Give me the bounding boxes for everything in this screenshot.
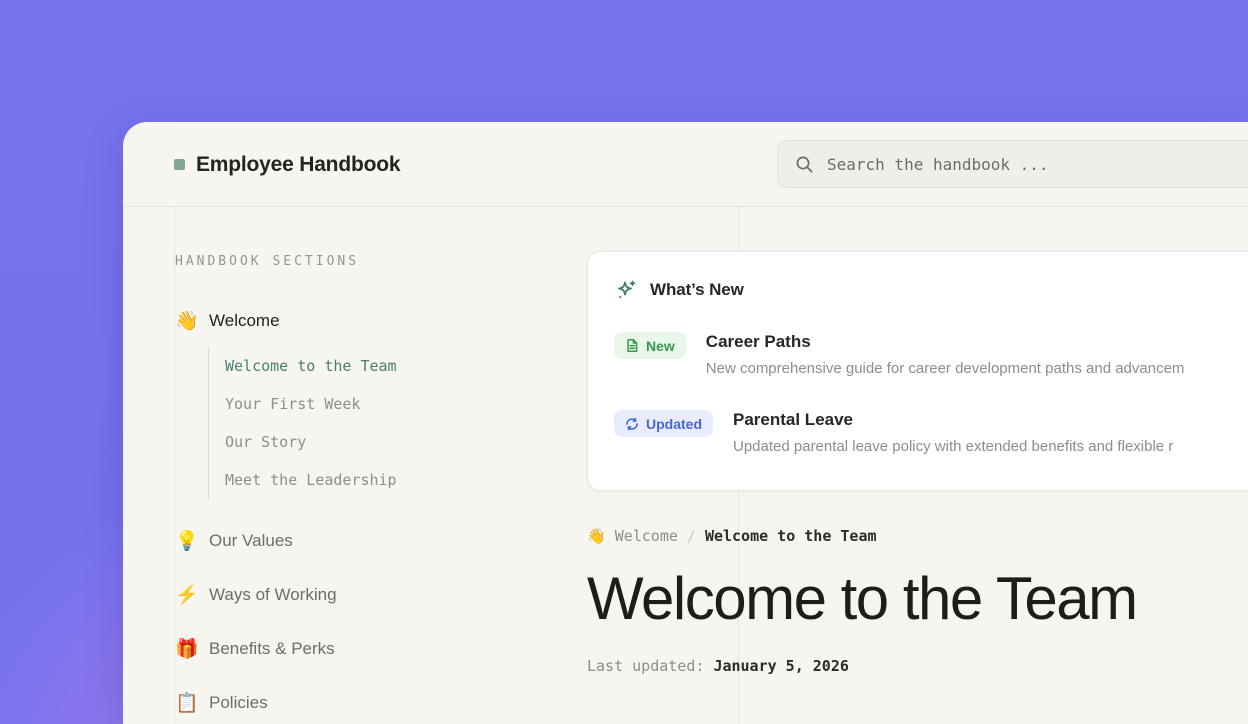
news-item-body: Parental Leave Updated parental leave po… [733, 408, 1173, 458]
sidebar-item-label: Ways of Working [209, 585, 337, 605]
sidebar-item-policies[interactable]: 📋 Policies [175, 691, 574, 715]
clipboard-icon: 📋 [175, 694, 199, 713]
breadcrumb-page: Welcome to the Team [705, 527, 877, 545]
gift-icon: 🎁 [175, 640, 199, 659]
last-updated-label: Last updated: [587, 657, 704, 675]
document-icon [625, 338, 639, 353]
badge-label: Updated [646, 416, 702, 432]
sidebar-sublist-welcome: Welcome to the Team Your First Week Our … [208, 347, 574, 499]
lightbulb-icon: 💡 [175, 532, 199, 551]
badge-label: New [646, 338, 675, 354]
wave-icon: 👋 [175, 312, 199, 331]
news-item-description: Updated parental leave policy with exten… [733, 436, 1173, 458]
sidebar-subitem-your-first-week[interactable]: Your First Week [225, 385, 574, 423]
sync-icon [625, 417, 639, 431]
main-content: What’s New New Career Paths [587, 207, 1248, 675]
search-icon [795, 155, 814, 174]
sidebar-item-benefits-perks[interactable]: 🎁 Benefits & Perks [175, 637, 574, 661]
sidebar-item-label: Benefits & Perks [209, 639, 335, 659]
new-badge: New [614, 332, 686, 359]
app-logo-icon [174, 159, 185, 170]
breadcrumb-separator: / [687, 527, 696, 545]
sidebar-subitem-our-story[interactable]: Our Story [225, 423, 574, 461]
breadcrumb: 👋 Welcome / Welcome to the Team [587, 527, 1248, 545]
sidebar-item-label: Welcome [209, 311, 280, 331]
sidebar-item-ways-of-working[interactable]: ⚡ Ways of Working [175, 583, 574, 607]
lightning-icon: ⚡ [175, 586, 199, 605]
sidebar-section-label: HANDBOOK SECTIONS [175, 255, 574, 269]
sparkle-icon [614, 278, 638, 302]
page-title: Welcome to the Team [587, 569, 1248, 629]
whats-new-item-career-paths[interactable]: New Career Paths New comprehensive guide… [614, 330, 1248, 380]
whats-new-item-parental-leave[interactable]: Updated Parental Leave Updated parental … [614, 408, 1248, 458]
updated-badge: Updated [614, 410, 713, 437]
sidebar-subitem-welcome-to-the-team[interactable]: Welcome to the Team [225, 347, 574, 385]
last-updated-value: January 5, 2026 [713, 657, 848, 675]
search-placeholder: Search the handbook ... [827, 155, 1049, 174]
sidebar-item-label: Policies [209, 693, 268, 713]
employee-handbook-window: Employee Handbook Search the handbook ..… [123, 122, 1248, 724]
whats-new-card: What’s New New Career Paths [587, 251, 1248, 491]
whats-new-header: What’s New [614, 278, 1248, 302]
app-header: Employee Handbook Search the handbook ..… [123, 122, 1248, 207]
news-item-description: New comprehensive guide for career devel… [706, 358, 1185, 380]
last-updated: Last updated: January 5, 2026 [587, 657, 1248, 675]
news-item-body: Career Paths New comprehensive guide for… [706, 330, 1185, 380]
app-title: Employee Handbook [196, 153, 400, 177]
sidebar-item-welcome[interactable]: 👋 Welcome [175, 309, 574, 333]
sidebar: HANDBOOK SECTIONS 👋 Welcome Welcome to t… [174, 207, 574, 715]
sidebar-subitem-meet-the-leadership[interactable]: Meet the Leadership [225, 461, 574, 499]
wave-icon: 👋 [587, 529, 606, 544]
search-input[interactable]: Search the handbook ... [777, 140, 1248, 188]
app-body: HANDBOOK SECTIONS 👋 Welcome Welcome to t… [123, 207, 1248, 724]
news-item-title: Career Paths [706, 330, 1185, 354]
brand: Employee Handbook [174, 122, 400, 207]
news-item-title: Parental Leave [733, 408, 1173, 432]
whats-new-title: What’s New [650, 280, 744, 300]
sidebar-item-label: Our Values [209, 531, 293, 551]
breadcrumb-section[interactable]: Welcome [615, 527, 678, 545]
sidebar-item-our-values[interactable]: 💡 Our Values [175, 529, 574, 553]
